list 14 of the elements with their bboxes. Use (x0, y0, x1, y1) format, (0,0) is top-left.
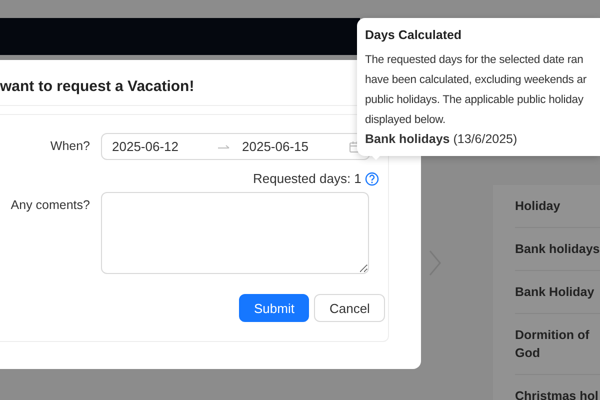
modal-title: want to request a Vacation! (0, 78, 194, 95)
holiday-item: Bank Holiday (515, 271, 600, 314)
holiday-item: Christmas hol (515, 375, 600, 400)
tooltip-text: The requested days for the selected date ran (365, 53, 584, 68)
holiday-item: Holiday (515, 185, 600, 228)
tooltip-text: displayed below. (365, 113, 447, 128)
holiday-item: Bank holidays (515, 228, 600, 271)
comments-label: Any coments? (10, 197, 91, 214)
holiday-item: Dormition of God (515, 314, 600, 375)
when-label: When? (49, 138, 91, 155)
tooltip-title: Days Calculated (365, 28, 463, 42)
tooltip-text: have been calculated, excluding weekends ar (365, 73, 588, 88)
tooltip-text: public holidays. The applicable public holiday (365, 93, 584, 108)
requested-days-text: Requested days: 1 (253, 171, 362, 186)
